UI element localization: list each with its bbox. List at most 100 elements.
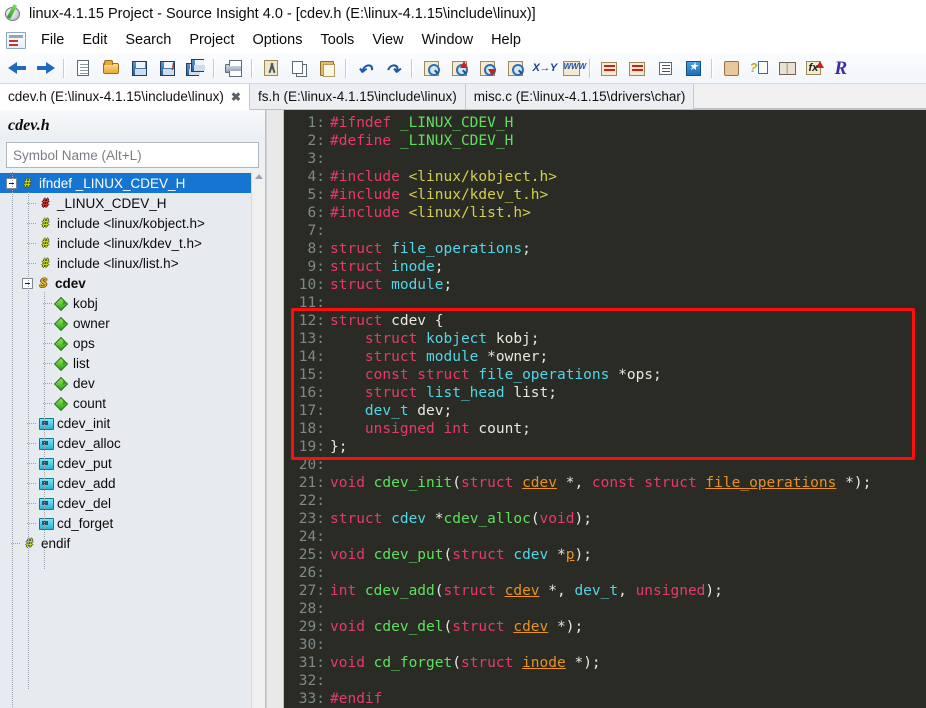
relation-window-icon[interactable]: R (830, 55, 856, 81)
code-line[interactable]: 30: (284, 636, 926, 654)
function-up-icon[interactable]: fx (802, 55, 828, 81)
code-line[interactable]: 4: #include <linux/kobject.h> (284, 168, 926, 186)
symbol-tree-item[interactable]: cdev_alloc (0, 433, 251, 453)
code-line[interactable]: 26: (284, 564, 926, 582)
symbol-tree-item[interactable]: cdev_add (0, 473, 251, 493)
code-line[interactable]: 33: #endif (284, 690, 926, 708)
menu-item-file[interactable]: File (32, 30, 73, 50)
menu-item-project[interactable]: Project (180, 30, 243, 50)
code-line[interactable]: 31: void cd_forget(struct inode *); (284, 654, 926, 672)
symbol-tree-item[interactable]: # _LINUX_CDEV_H (0, 193, 251, 213)
smart-rename-icon[interactable] (718, 55, 744, 81)
code-line[interactable]: 7: (284, 222, 926, 240)
back-icon[interactable] (4, 55, 30, 81)
scroll-up-arrow-icon[interactable] (254, 174, 263, 179)
copy-icon[interactable] (286, 55, 312, 81)
code-line[interactable]: 11: (284, 294, 926, 312)
cut-icon[interactable] (258, 55, 284, 81)
code-line[interactable]: 28: (284, 600, 926, 618)
code-editor[interactable]: 1: #ifndef _LINUX_CDEV_H 2: #define _LINUX_… (284, 110, 926, 708)
code-line[interactable]: 19:}; (284, 438, 926, 456)
menu-item-options[interactable]: Options (243, 30, 311, 50)
code-line[interactable]: 21: void cdev_init(struct cdev *, const s… (284, 474, 926, 492)
code-line[interactable]: 15: const struct file_operations *ops; (284, 366, 926, 384)
code-line[interactable]: 6: #include <linux/list.h> (284, 204, 926, 222)
search-forward-icon[interactable] (474, 55, 500, 81)
symbol-tree-item[interactable]: # ifndef _LINUX_CDEV_H (0, 173, 251, 193)
editor-tab-active[interactable]: cdev.h (E:\linux-4.1.15\include\linux) ✖ (0, 84, 250, 110)
code-line[interactable]: 9: struct inode; (284, 258, 926, 276)
document-properties-icon[interactable] (6, 31, 26, 49)
symbol-tree-item[interactable]: # include <linux/list.h> (0, 253, 251, 273)
editor-tab[interactable]: fs.h (E:\linux-4.1.15\include\linux) (249, 84, 466, 109)
save-icon[interactable] (126, 55, 152, 81)
symbol-tree-item[interactable]: owner (0, 313, 251, 333)
symbol-tree-item[interactable]: ops (0, 333, 251, 353)
code-line[interactable]: 24: (284, 528, 926, 546)
context-window-icon[interactable] (652, 55, 678, 81)
code-line[interactable]: 2: #define _LINUX_CDEV_H (284, 132, 926, 150)
undo-icon[interactable]: ↶ (352, 55, 378, 81)
code-line[interactable]: 16: struct list_head list; (284, 384, 926, 402)
symbol-tree-item[interactable]: count (0, 393, 251, 413)
new-file-icon[interactable] (70, 55, 96, 81)
print-icon[interactable] (220, 55, 246, 81)
code-line[interactable]: 14: struct module *owner; (284, 348, 926, 366)
symbol-tree-item[interactable]: # include <linux/kdev_t.h> (0, 233, 251, 253)
symbol-tree-item[interactable]: cdev_init (0, 413, 251, 433)
code-line[interactable]: 3: (284, 150, 926, 168)
menu-item-edit[interactable]: Edit (73, 30, 116, 50)
help-topic-icon[interactable]: ? (746, 55, 772, 81)
search-icon[interactable] (418, 55, 444, 81)
code-line[interactable]: 10: struct module; (284, 276, 926, 294)
redo-icon[interactable]: ↷ (380, 55, 406, 81)
bookmark-icon[interactable] (680, 55, 706, 81)
menu-item-search[interactable]: Search (116, 30, 180, 50)
symbol-tree-item[interactable]: Scdev (0, 273, 251, 293)
symbol-tree-item[interactable]: dev (0, 373, 251, 393)
symbol-tree-item[interactable]: list (0, 353, 251, 373)
browse-web-icon[interactable]: WWW (558, 55, 586, 81)
code-line[interactable]: 18: unsigned int count; (284, 420, 926, 438)
symbol-tree-item[interactable]: cdev_put (0, 453, 251, 473)
forward-icon[interactable] (32, 55, 58, 81)
symbol-tree-item[interactable]: kobj (0, 293, 251, 313)
code-line[interactable]: 12: struct cdev { (284, 312, 926, 330)
symbol-name-input[interactable]: Symbol Name (Alt+L) (6, 142, 259, 168)
save-as-icon[interactable]: ! (154, 55, 180, 81)
code-line[interactable]: 13: struct kobject kobj; (284, 330, 926, 348)
menu-item-view[interactable]: View (363, 30, 412, 50)
editor-tab[interactable]: misc.c (E:\linux-4.1.15\drivers\char) (465, 84, 695, 109)
menu-item-help[interactable]: Help (482, 30, 530, 50)
menu-item-tools[interactable]: Tools (311, 30, 363, 50)
symbol-tree-item[interactable]: cdev_del (0, 493, 251, 513)
code-line[interactable]: 1: #ifndef _LINUX_CDEV_H (284, 114, 926, 132)
code-line[interactable]: 23: struct cdev *cdev_alloc(void); (284, 510, 926, 528)
code-line[interactable]: 25: void cdev_put(struct cdev *p); (284, 546, 926, 564)
replace-icon[interactable]: X→Y (530, 55, 558, 81)
symbol-tree-item[interactable]: # endif (0, 533, 251, 553)
open-file-icon[interactable] (98, 55, 124, 81)
code-line[interactable]: 20: (284, 456, 926, 474)
tab-close-icon[interactable]: ✖ (231, 90, 241, 104)
code-line[interactable]: 5: #include <linux/kdev_t.h> (284, 186, 926, 204)
symbol-tree-scrollbar[interactable] (251, 172, 265, 708)
code-line[interactable]: 29: void cdev_del(struct cdev *); (284, 618, 926, 636)
symbol-tree[interactable]: # ifndef _LINUX_CDEV_H # _LINUX_CDEV_H # incl… (0, 172, 251, 708)
code-line[interactable]: 27: int cdev_add(struct cdev *, dev_t, un… (284, 582, 926, 600)
code-line[interactable]: 8: struct file_operations; (284, 240, 926, 258)
symbol-tree-item[interactable]: # include <linux/kobject.h> (0, 213, 251, 233)
code-line[interactable]: 17: dev_t dev; (284, 402, 926, 420)
symbol-tree-item[interactable]: cd_forget (0, 513, 251, 533)
search-backward-icon[interactable] (446, 55, 472, 81)
save-all-icon[interactable] (182, 55, 208, 81)
code-line[interactable]: 32: (284, 672, 926, 690)
code-line[interactable]: 22: (284, 492, 926, 510)
menu-item-window[interactable]: Window (412, 30, 482, 50)
search-files-icon[interactable] (502, 55, 528, 81)
jump-to-definition-icon[interactable] (596, 55, 622, 81)
code-token: inode (522, 655, 566, 671)
reference-icon[interactable] (774, 55, 800, 81)
jump-back-icon[interactable] (624, 55, 650, 81)
paste-icon[interactable] (314, 55, 340, 81)
